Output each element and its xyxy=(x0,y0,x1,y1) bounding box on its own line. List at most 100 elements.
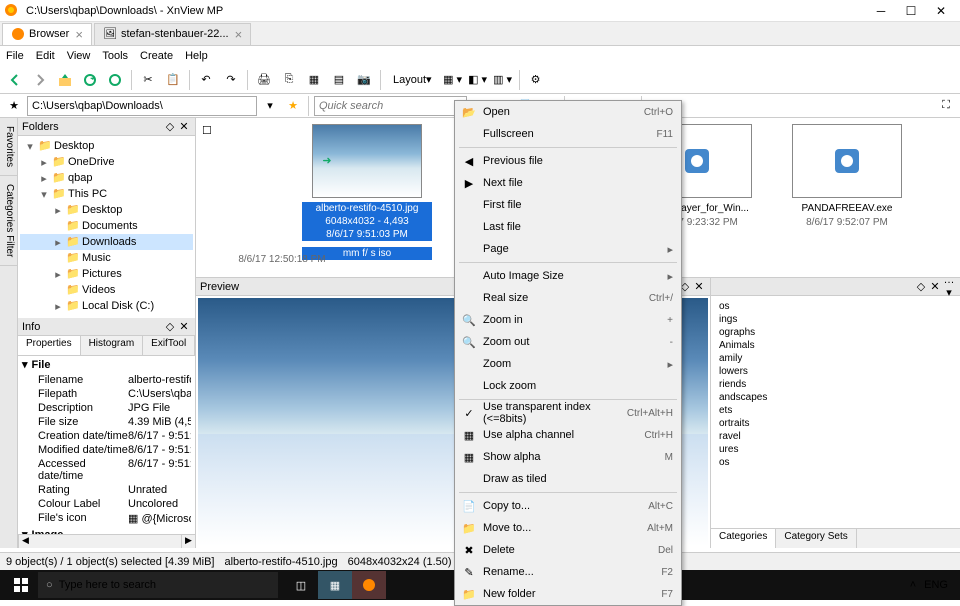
search-input[interactable] xyxy=(314,96,467,116)
tree-item[interactable]: ▸📁Local Disk (C:) xyxy=(20,298,193,314)
copy-button[interactable]: 📋 xyxy=(162,69,184,91)
minimize-button[interactable]: ─ xyxy=(866,1,896,21)
menu-item[interactable]: Real sizeCtrl+/ xyxy=(455,287,681,309)
category-item[interactable]: ets xyxy=(715,404,956,417)
menu-item[interactable]: FullscreenF11 xyxy=(455,123,681,145)
convert-button[interactable]: ⎘ xyxy=(278,69,300,91)
tree-item[interactable]: ▾📁This PC xyxy=(20,186,193,202)
favorites-tab[interactable]: Favorites xyxy=(0,118,17,176)
layout-dropdown[interactable]: Layout ▾ xyxy=(386,69,439,91)
tree-item[interactable]: 📁Videos xyxy=(20,282,193,298)
forward-button[interactable] xyxy=(29,69,51,91)
tree-item[interactable]: ▸📁OneDrive xyxy=(20,154,193,170)
tray-lang[interactable]: ENG xyxy=(924,579,948,591)
menu-item[interactable]: ✎Rename...F2 xyxy=(455,561,681,583)
tab-histogram[interactable]: Histogram xyxy=(81,336,144,355)
menu-item[interactable]: 📄Copy to...Alt+C xyxy=(455,495,681,517)
menu-item[interactable]: First file xyxy=(455,194,681,216)
thumbnail[interactable]: ➜alberto-restifo-4510.jpg6048x4032 - 4,4… xyxy=(302,124,432,260)
category-item[interactable]: ravel xyxy=(715,430,956,443)
panel-float-button[interactable]: ◇ xyxy=(163,120,177,133)
menu-item[interactable]: ▶Next file xyxy=(455,172,681,194)
print-button[interactable]: 🖨 xyxy=(253,69,275,91)
fullscreen-button[interactable]: ⛶ xyxy=(936,96,956,116)
back-button[interactable] xyxy=(4,69,26,91)
panel-close-button[interactable]: ✕ xyxy=(928,280,942,293)
tray-up-icon[interactable]: ˄ xyxy=(910,579,916,591)
menu-item[interactable]: 📁New folderF7 xyxy=(455,583,681,605)
taskbar-app-xnview[interactable] xyxy=(352,571,386,599)
up-button[interactable] xyxy=(54,69,76,91)
tree-item[interactable]: ▸📁Downloads xyxy=(20,234,193,250)
tab-exiftool[interactable]: ExifTool xyxy=(143,336,195,355)
menu-help[interactable]: Help xyxy=(185,50,208,62)
view1-button[interactable]: ▦ ▾ xyxy=(442,69,464,91)
menu-item[interactable]: 🔍Zoom in+ xyxy=(455,309,681,331)
panel-float-button[interactable]: ◇ xyxy=(163,320,177,333)
tree-item[interactable]: ▸📁Desktop xyxy=(20,202,193,218)
menu-item[interactable]: Last file xyxy=(455,216,681,238)
menu-item[interactable]: ✖DeleteDel xyxy=(455,539,681,561)
category-item[interactable]: lowers xyxy=(715,365,956,378)
menu-tools[interactable]: Tools xyxy=(102,50,128,62)
batch-button[interactable]: ▦ xyxy=(303,69,325,91)
view3-button[interactable]: ▥ ▾ xyxy=(492,69,514,91)
capture-button[interactable]: 📷 xyxy=(353,69,375,91)
menu-item[interactable]: Zoom▸ xyxy=(455,353,681,375)
tab-browser[interactable]: Browser × xyxy=(2,23,92,45)
tab-properties[interactable]: Properties xyxy=(18,336,81,355)
menu-file[interactable]: File xyxy=(6,50,24,62)
rotate-left-button[interactable]: ↶ xyxy=(195,69,217,91)
category-item[interactable]: os xyxy=(715,300,956,313)
menu-item[interactable]: Lock zoom xyxy=(455,375,681,397)
category-item[interactable]: andscapes xyxy=(715,391,956,404)
category-item[interactable]: ings xyxy=(715,313,956,326)
tab-category-sets[interactable]: Category Sets xyxy=(776,529,856,548)
panel-close-button[interactable]: ✕ xyxy=(177,120,191,133)
category-item[interactable]: Animals xyxy=(715,339,956,352)
menu-item[interactable]: Auto Image Size▸ xyxy=(455,265,681,287)
tree-item[interactable]: ▸📁Pictures xyxy=(20,266,193,282)
fav-button[interactable]: ★ xyxy=(4,96,24,116)
tree-item[interactable]: 📁Documents xyxy=(20,218,193,234)
tree-item[interactable]: ▸📁qbap xyxy=(20,170,193,186)
menu-item[interactable]: Page▸ xyxy=(455,238,681,260)
menu-item[interactable]: 📁Move to...Alt+M xyxy=(455,517,681,539)
settings-button[interactable]: ⚙ xyxy=(525,69,547,91)
tab-categories[interactable]: Categories xyxy=(711,529,776,548)
menu-item[interactable]: ◀Previous file xyxy=(455,150,681,172)
panel-float-button[interactable]: ◇ xyxy=(914,280,928,293)
close-tab-icon[interactable]: × xyxy=(235,27,243,42)
categories-filter-tab[interactable]: Categories Filter xyxy=(0,176,17,266)
menu-item[interactable]: 📂OpenCtrl+O xyxy=(455,101,681,123)
menu-item[interactable]: Draw as tiled xyxy=(455,468,681,490)
maximize-button[interactable]: ☐ xyxy=(896,1,926,21)
address-input[interactable] xyxy=(27,96,257,116)
category-item[interactable]: ographs xyxy=(715,326,956,339)
category-item[interactable]: ortraits xyxy=(715,417,956,430)
cut-button[interactable]: ✂ xyxy=(137,69,159,91)
tab-image[interactable]: 🖼 stefan-stenbauer-22... × xyxy=(94,23,251,45)
categories-list[interactable]: osingsographsAnimalsamilylowersriendsand… xyxy=(711,296,960,528)
fav-star-button[interactable]: ★ xyxy=(283,96,303,116)
select-all-checkbox[interactable]: ☐ xyxy=(202,124,212,137)
tree-item[interactable]: 📁Music xyxy=(20,250,193,266)
menu-view[interactable]: View xyxy=(67,50,91,62)
category-item[interactable]: amily xyxy=(715,352,956,365)
rotate-right-button[interactable]: ↷ xyxy=(220,69,242,91)
addr-dropdown[interactable]: ▾ xyxy=(260,96,280,116)
start-button[interactable] xyxy=(4,571,38,599)
refresh-button[interactable] xyxy=(79,69,101,91)
view2-button[interactable]: ◧ ▾ xyxy=(467,69,489,91)
close-button[interactable]: ✕ xyxy=(926,1,956,21)
category-item[interactable]: ures xyxy=(715,443,956,456)
multi-button[interactable]: ▤ xyxy=(328,69,350,91)
taskbar-app-1[interactable]: ▦ xyxy=(318,571,352,599)
menu-edit[interactable]: Edit xyxy=(36,50,55,62)
category-item[interactable]: riends xyxy=(715,378,956,391)
h-scrollbar[interactable]: ◀▶ xyxy=(18,534,195,548)
panel-close-button[interactable]: ✕ xyxy=(692,280,706,293)
folder-tree[interactable]: ▾📁Desktop▸📁OneDrive▸📁qbap▾📁This PC▸📁Desk… xyxy=(18,136,195,318)
task-view-button[interactable]: ◫ xyxy=(284,571,318,599)
tree-item[interactable]: ▾📁Desktop xyxy=(20,138,193,154)
